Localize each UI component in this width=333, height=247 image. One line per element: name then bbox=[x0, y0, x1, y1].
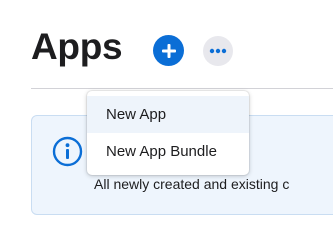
menu-item-new-app[interactable]: New App bbox=[87, 96, 249, 133]
menu-item-new-app-bundle[interactable]: New App Bundle bbox=[87, 133, 249, 170]
plus-icon bbox=[161, 43, 176, 58]
apps-page: Apps All newly created and existing c Ne… bbox=[0, 0, 333, 247]
add-app-button[interactable] bbox=[153, 35, 184, 66]
more-options-button[interactable] bbox=[203, 36, 233, 66]
page-title: Apps bbox=[31, 26, 123, 67]
info-notice-text: All newly created and existing c bbox=[94, 176, 290, 192]
header-divider bbox=[31, 88, 333, 89]
add-dropdown-menu: New App New App Bundle bbox=[87, 91, 249, 175]
ellipsis-icon bbox=[209, 48, 227, 54]
info-icon bbox=[52, 136, 83, 167]
